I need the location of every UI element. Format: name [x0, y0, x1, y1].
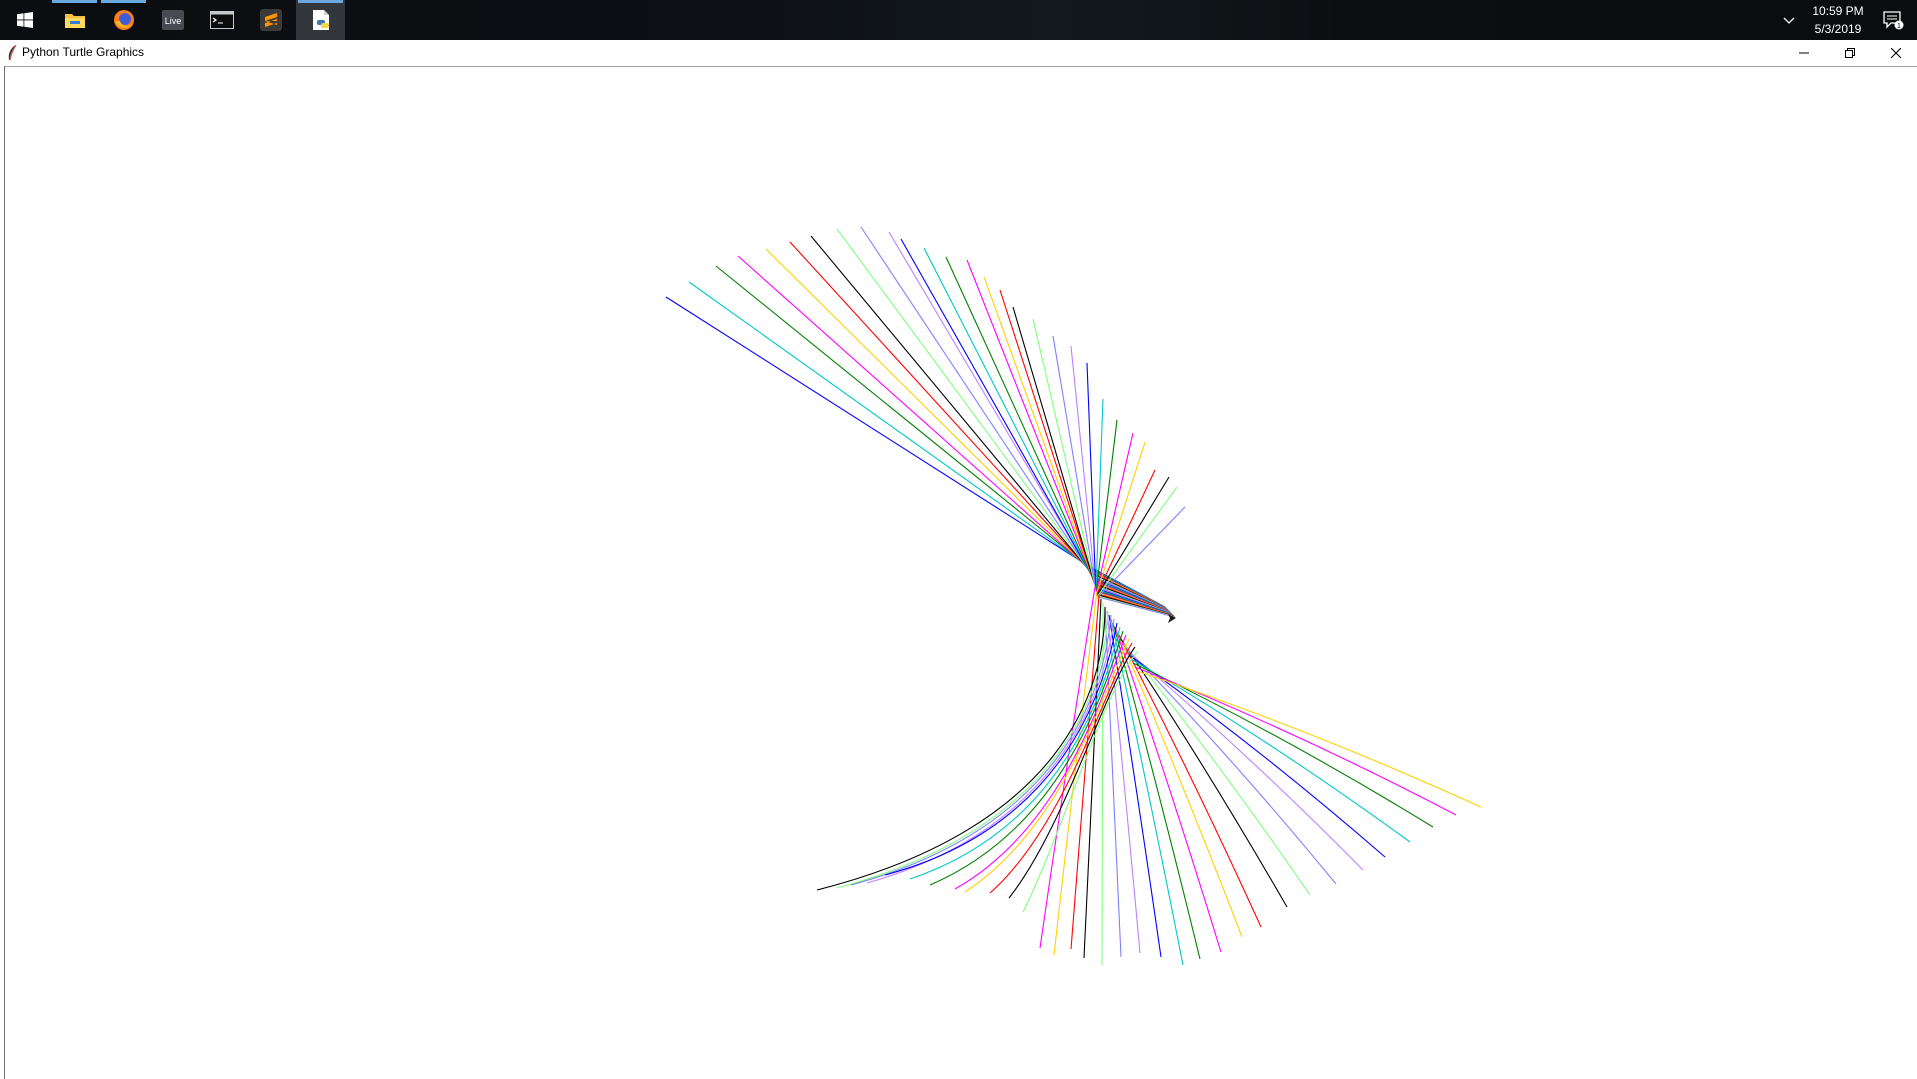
taskbar-clock[interactable]: 10:59 PM 5/3/2019 — [1800, 2, 1876, 38]
clock-date: 5/3/2019 — [1814, 22, 1862, 36]
notification-count: 1 — [1897, 23, 1901, 30]
running-indicator — [298, 0, 343, 3]
notification-icon: 1 — [1883, 11, 1904, 30]
turtle-line — [900, 238, 1169, 612]
running-indicator — [101, 0, 146, 3]
restore-icon — [1845, 48, 1855, 58]
turtle-line — [1124, 646, 1337, 885]
turtle-line — [1112, 622, 1201, 960]
minimize-icon — [1799, 52, 1809, 54]
taskbar-file-explorer[interactable] — [50, 0, 99, 40]
turtle-line — [688, 281, 1166, 608]
livestreamer-icon: Live — [161, 10, 184, 30]
taskbar-python-idle[interactable] — [296, 0, 345, 40]
sublime-text-icon — [259, 9, 282, 31]
turtle-line — [1134, 666, 1457, 816]
taskbar-firefox[interactable] — [99, 0, 148, 40]
feather-icon — [8, 44, 17, 61]
turtle-line — [1110, 618, 1184, 966]
turtle-line — [1118, 634, 1262, 928]
taskbar-livestreamer[interactable]: Live — [148, 0, 197, 40]
turtle-line — [1052, 335, 1172, 614]
running-indicator — [52, 0, 97, 3]
turtle-line — [964, 638, 1130, 893]
turtle-line — [765, 248, 1167, 609]
taskbar-sublime-text[interactable] — [246, 0, 295, 40]
turtle-line — [789, 241, 1168, 610]
close-button[interactable] — [1873, 40, 1917, 66]
window-title: Python Turtle Graphics — [22, 45, 145, 59]
minimize-button[interactable] — [1781, 40, 1827, 66]
turtle-line — [1083, 598, 1102, 959]
turtle-line — [1136, 670, 1482, 808]
terminal-icon — [209, 11, 234, 29]
drawn-lines — [665, 226, 1482, 966]
windows-start-icon — [16, 12, 33, 28]
turtle-drawing — [665, 226, 1482, 966]
firefox-icon — [113, 10, 134, 30]
taskbar-terminal[interactable] — [197, 0, 246, 40]
turtle-line — [866, 618, 1115, 884]
turtle-line — [1122, 642, 1311, 896]
window-titlebar[interactable]: Python Turtle Graphics — [0, 40, 1917, 66]
taskbar: Live 10:59 PM 5/3/2019 1 — [0, 0, 1917, 40]
restore-button[interactable] — [1827, 40, 1873, 66]
close-icon — [1891, 48, 1901, 58]
action-center-button[interactable]: 1 — [1876, 6, 1910, 34]
show-hidden-icons-button[interactable] — [1779, 10, 1799, 30]
turtle-line — [1126, 650, 1364, 871]
turtle-line — [860, 226, 1169, 611]
turtle-canvas[interactable] — [4, 66, 1917, 1079]
turtle-line — [1120, 638, 1288, 908]
file-explorer-icon — [64, 14, 85, 28]
livestreamer-label: Live — [164, 16, 181, 26]
chevron-up-icon — [1783, 17, 1795, 24]
clock-time: 10:59 PM — [1812, 4, 1864, 18]
start-button[interactable] — [0, 0, 49, 40]
turtle-line — [1070, 345, 1172, 615]
turtle-line — [1104, 606, 1122, 958]
python-idle-icon — [312, 10, 329, 30]
turtle-line — [836, 228, 1168, 610]
turtle-line — [1114, 626, 1222, 953]
turtle-line — [884, 622, 1118, 876]
turtle-line — [888, 231, 1169, 611]
